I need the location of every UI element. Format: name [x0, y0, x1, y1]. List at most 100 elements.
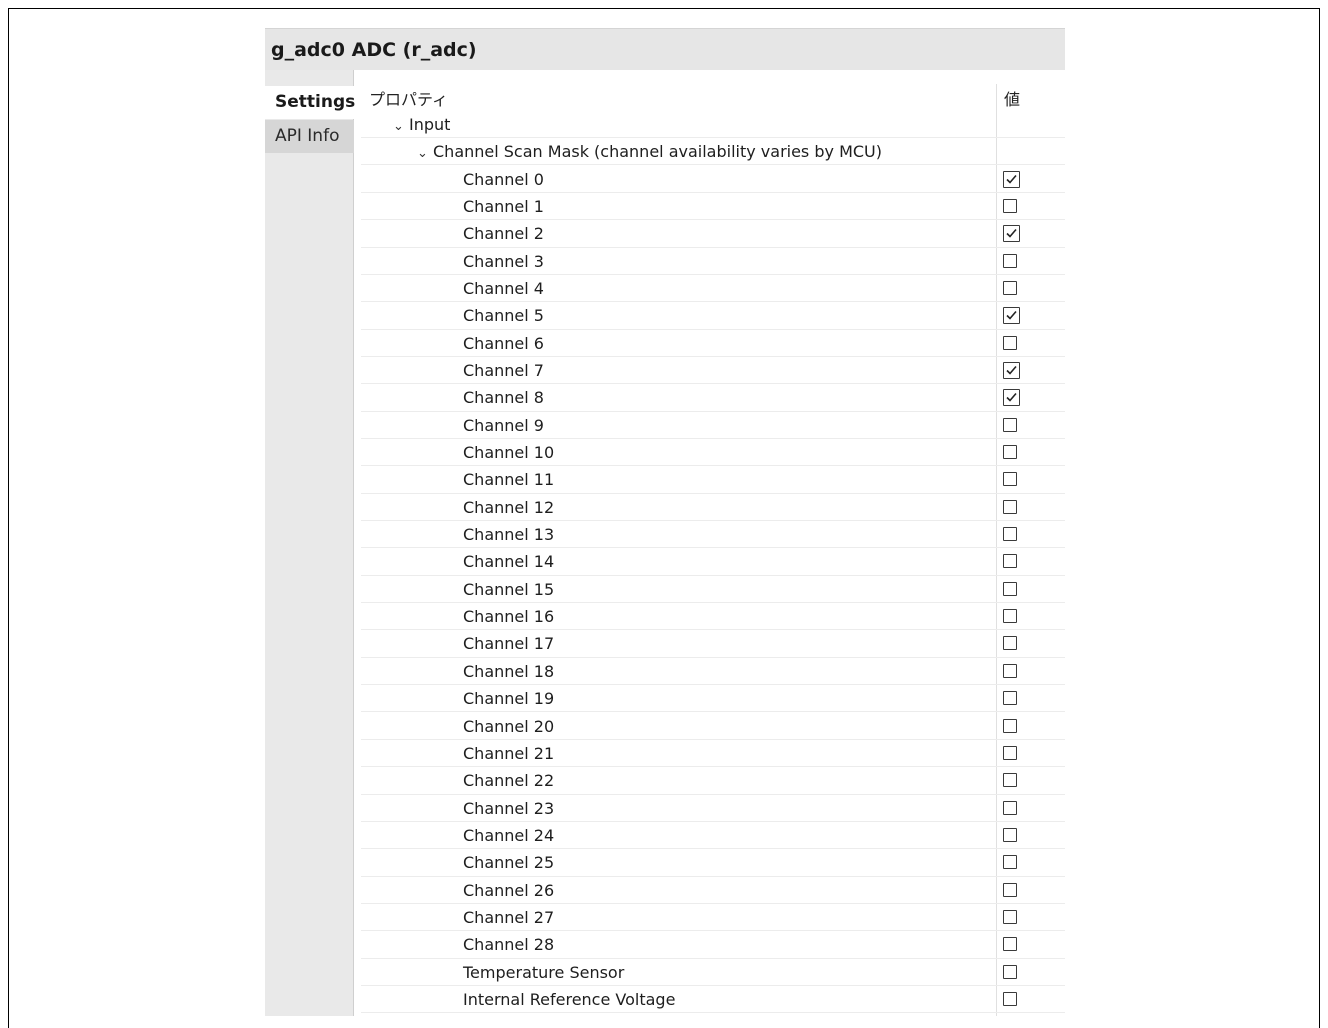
checkbox-unchecked[interactable] — [1003, 581, 1017, 596]
table-row[interactable]: Channel 18 — [361, 658, 1065, 686]
table-row[interactable]: Channel 19 — [361, 685, 1065, 713]
property-label: Channel 18 — [463, 661, 555, 681]
checkbox-unchecked[interactable] — [1003, 882, 1017, 897]
table-row[interactable]: Channel 1 — [361, 193, 1065, 221]
property-label: Channel 15 — [463, 579, 555, 599]
table-row[interactable]: Channel 22 — [361, 767, 1065, 795]
checkbox-checked[interactable] — [1003, 307, 1020, 325]
property-label: Channel 20 — [463, 716, 555, 736]
checkbox-unchecked[interactable] — [1003, 937, 1017, 952]
table-row[interactable]: Channel 14 — [361, 548, 1065, 576]
property-label: Channel 17 — [463, 634, 555, 654]
table-row[interactable]: Channel 9 — [361, 412, 1065, 439]
checkbox-unchecked[interactable] — [1003, 527, 1017, 542]
property-label: Channel 10 — [463, 443, 555, 462]
checkbox-unchecked[interactable] — [1003, 800, 1017, 815]
table-row[interactable]: Channel 20 — [361, 713, 1065, 740]
checkbox-checked[interactable] — [1003, 170, 1020, 188]
checkbox-unchecked[interactable] — [1003, 554, 1017, 569]
checkbox-unchecked[interactable] — [1003, 335, 1017, 350]
property-label: Channel 14 — [463, 552, 555, 572]
checkbox-unchecked[interactable] — [1003, 718, 1017, 733]
checkbox-checked[interactable] — [1003, 361, 1020, 379]
checkbox-checked[interactable] — [1003, 225, 1020, 243]
checkbox-unchecked[interactable] — [1003, 745, 1017, 760]
tree-row-input[interactable]: ⌄ Input — [361, 111, 1065, 139]
property-label: Channel 9 — [463, 415, 544, 435]
property-label: Channel 25 — [463, 853, 555, 873]
property-label: Channel 19 — [463, 689, 555, 709]
table-row[interactable]: Channel 25 — [361, 849, 1065, 877]
column-header-property: プロパティ — [369, 90, 449, 109]
table-row[interactable]: Channel 28 — [361, 931, 1065, 959]
group-label-input: Input — [409, 115, 451, 134]
property-label: Channel 28 — [463, 935, 555, 955]
table-row[interactable]: Channel 6 — [361, 330, 1065, 357]
property-label: Channel 5 — [463, 306, 544, 326]
table-row[interactable]: Channel 12 — [361, 494, 1065, 522]
checkbox-unchecked[interactable] — [1003, 472, 1017, 487]
table-row[interactable]: Channel 2 — [361, 220, 1065, 248]
property-label: Channel 8 — [463, 388, 544, 408]
table-row[interactable]: Channel 10 — [361, 439, 1065, 467]
table-row[interactable]: Channel 5 — [361, 302, 1065, 330]
table-row[interactable]: Channel 27 — [361, 904, 1065, 932]
table-row[interactable]: Channel 3 — [361, 248, 1065, 275]
table-row[interactable]: Channel 17 — [361, 630, 1065, 658]
panel-title: g_adc0 ADC (r_adc) — [271, 39, 477, 61]
table-row[interactable]: Temperature Sensor — [361, 959, 1065, 986]
checkbox-unchecked[interactable] — [1003, 691, 1017, 706]
checkbox-unchecked[interactable] — [1003, 499, 1017, 514]
table-row[interactable]: Channel 23 — [361, 795, 1065, 822]
table-row[interactable]: Channel 4 — [361, 275, 1065, 303]
property-label: Channel 1 — [463, 196, 544, 216]
checkbox-unchecked[interactable] — [1003, 636, 1017, 651]
property-label: Channel 12 — [463, 497, 555, 517]
property-label: Channel 26 — [463, 880, 555, 900]
checkbox-unchecked[interactable] — [1003, 773, 1017, 788]
property-label: Channel 22 — [463, 771, 555, 791]
table-row[interactable]: Channel 16 — [361, 603, 1065, 631]
property-label: Channel 11 — [463, 470, 555, 490]
property-label: Channel 24 — [463, 825, 555, 845]
table-row[interactable]: Channel 7 — [361, 357, 1065, 385]
checkbox-unchecked[interactable] — [1003, 609, 1017, 624]
checkbox-unchecked[interactable] — [1003, 855, 1017, 870]
table-row[interactable]: Internal Reference Voltage — [361, 986, 1065, 1014]
chevron-down-icon[interactable]: ⌄ — [417, 146, 433, 161]
property-label: Internal Reference Voltage — [463, 990, 676, 1009]
chevron-down-icon[interactable]: ⌄ — [393, 119, 409, 134]
tab-api-info[interactable]: API Info — [265, 120, 354, 153]
checkbox-unchecked[interactable] — [1003, 909, 1017, 924]
property-label: Channel 3 — [463, 251, 544, 271]
checkbox-unchecked[interactable] — [1003, 827, 1017, 842]
checkbox-unchecked[interactable] — [1003, 198, 1017, 213]
table-row[interactable]: Channel 26 — [361, 877, 1065, 904]
property-label: Channel 21 — [463, 743, 555, 763]
table-row[interactable]: Channel 0 — [361, 166, 1065, 193]
checkbox-unchecked[interactable] — [1003, 417, 1017, 432]
property-label: Channel 13 — [463, 525, 555, 545]
table-row[interactable]: Channel 24 — [361, 822, 1065, 850]
tree-row-channel-scan-mask[interactable]: ⌄ Channel Scan Mask (channel availability… — [361, 138, 1065, 166]
checkbox-unchecked[interactable] — [1003, 280, 1017, 295]
checkbox-checked[interactable] — [1003, 389, 1020, 407]
title-bar: g_adc0 ADC (r_adc) — [265, 28, 1065, 70]
checkbox-unchecked[interactable] — [1003, 964, 1017, 979]
checkmark-icon — [1006, 229, 1017, 238]
checkbox-unchecked[interactable] — [1003, 992, 1017, 1006]
table-row[interactable]: Channel 15 — [361, 576, 1065, 604]
group-label-channel-scan-mask: Channel Scan Mask (channel availability … — [433, 142, 882, 161]
checkbox-unchecked[interactable] — [1003, 253, 1017, 268]
table-row[interactable]: Channel 13 — [361, 521, 1065, 549]
table-row[interactable]: Channel 21 — [361, 740, 1065, 768]
checkbox-unchecked[interactable] — [1003, 445, 1017, 459]
column-header-value: 値 — [1004, 90, 1021, 109]
checkmark-icon — [1006, 365, 1017, 375]
property-label: Channel 7 — [463, 360, 544, 380]
table-row[interactable]: Channel 11 — [361, 466, 1065, 494]
checkmark-icon — [1006, 393, 1017, 402]
tab-settings[interactable]: Settings — [265, 86, 355, 119]
table-row[interactable]: Channel 8 — [361, 384, 1065, 412]
checkbox-unchecked[interactable] — [1003, 663, 1017, 678]
